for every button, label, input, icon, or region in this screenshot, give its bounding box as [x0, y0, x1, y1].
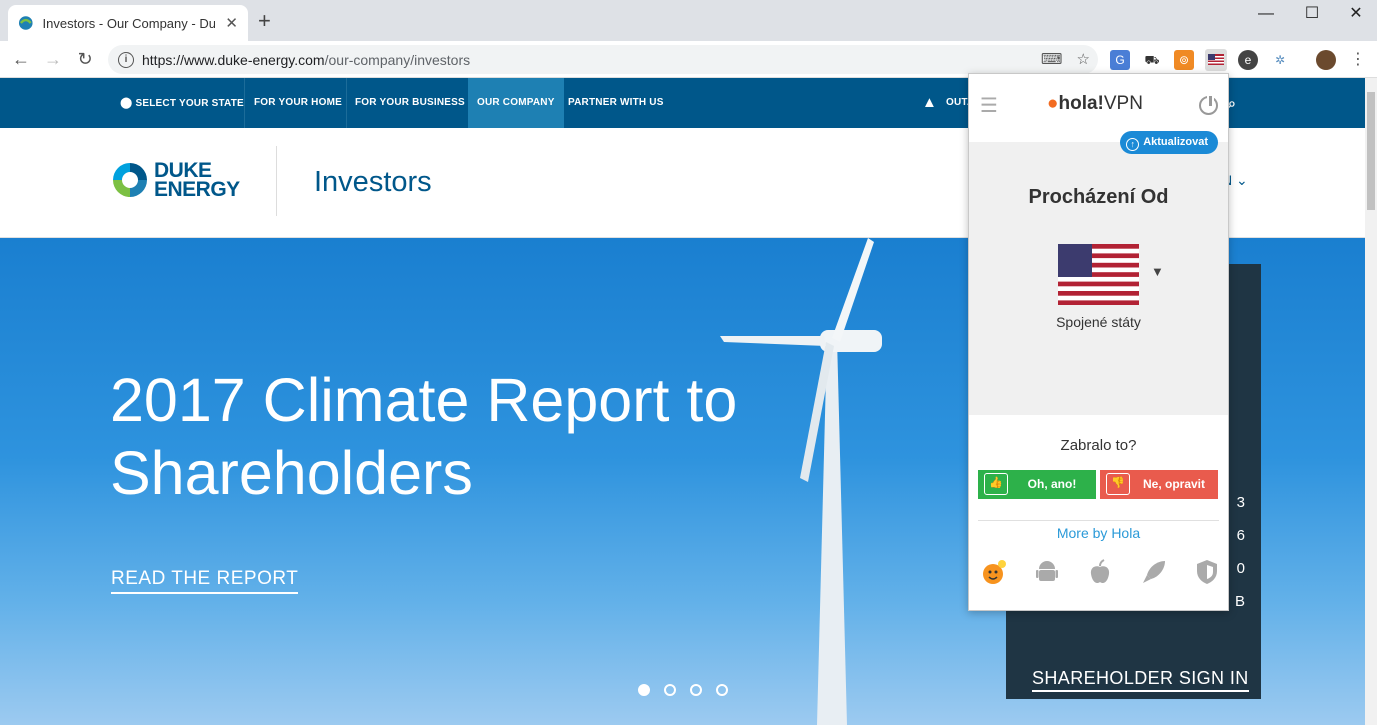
ufo-extension-icon[interactable]: ✲	[1270, 50, 1290, 70]
scrollbar-thumb[interactable]	[1367, 92, 1375, 210]
no-feedback-button[interactable]: 👎 Ne, opravit	[1100, 470, 1218, 499]
apple-icon[interactable]	[1087, 557, 1113, 587]
maximize-button[interactable]: ☐	[1289, 2, 1335, 28]
stock-value-fragment: 6	[1236, 527, 1245, 544]
translate-icon[interactable]: ⌨	[1041, 50, 1063, 68]
menu-kebab-icon[interactable]: ⋮	[1348, 50, 1368, 70]
hola-brand-text: hola!	[1058, 93, 1104, 114]
back-icon[interactable]: ←	[8, 47, 34, 73]
nav-our-company[interactable]: OUR COMPANY	[468, 78, 564, 128]
stock-value-fragment: B	[1234, 593, 1245, 610]
duke-logo-mark-icon	[113, 163, 147, 197]
carousel-dots	[638, 684, 728, 696]
page-scrollbar[interactable]	[1365, 78, 1377, 725]
duke-energy-logo[interactable]: DUKE ENERGY	[110, 160, 240, 200]
header-divider	[276, 146, 277, 216]
nav-for-your-home[interactable]: FOR YOUR HOME	[254, 78, 342, 128]
yes-feedback-button[interactable]: 👍 Oh, ano!	[978, 470, 1096, 499]
location-pin-icon: ⬤	[120, 97, 133, 109]
page-title: Investors	[314, 166, 432, 198]
bookmark-star-icon[interactable]: ☆	[1077, 50, 1090, 68]
nav-label: SELECT YOUR STATE	[135, 98, 244, 109]
power-icon[interactable]	[1199, 94, 1218, 115]
stock-value-fragment: 0	[1236, 560, 1245, 577]
update-button[interactable]: ↑ Aktualizovat	[1120, 131, 1218, 154]
update-arrow-icon: ↑	[1126, 138, 1140, 151]
info-icon[interactable]: i	[118, 51, 134, 68]
close-window-button[interactable]: ✕	[1333, 2, 1377, 28]
url-path: /our-company/investors	[324, 51, 471, 68]
vpn-brand-text: VPN	[1103, 93, 1143, 114]
carousel-dot[interactable]	[690, 684, 702, 696]
reload-icon[interactable]: ↻	[72, 47, 98, 73]
new-tab-button[interactable]: +	[258, 10, 271, 32]
no-label: Ne, opravit	[1142, 477, 1205, 491]
stock-value-fragment: 3	[1236, 494, 1245, 511]
car-extension-icon[interactable]: ⛟	[1142, 50, 1162, 70]
nav-partner-with-us[interactable]: PARTNER WITH US	[568, 78, 664, 128]
feedback-question: Zabralo to?	[1060, 437, 1137, 454]
tab-strip: Investors - Our Company - Duke ✕ + — ☐ ✕	[0, 0, 1377, 41]
chevron-down-icon: ⌄	[1236, 172, 1248, 188]
url-host: https://www.duke-energy.com	[142, 51, 325, 68]
logo-line-energy: ENERGY	[154, 178, 240, 201]
hamburger-menu-icon[interactable]: ☰	[980, 96, 998, 116]
read-report-link[interactable]: READ THE REPORT	[111, 568, 299, 594]
android-icon[interactable]	[1034, 557, 1060, 587]
hola-flame-icon: ●	[1047, 93, 1059, 114]
address-bar[interactable]: i https://www.duke-energy.com/our-compan…	[108, 45, 1098, 74]
rocket-icon[interactable]	[1141, 557, 1167, 587]
thumbs-down-icon: 👎	[1106, 473, 1130, 495]
duke-favicon-icon	[18, 16, 33, 30]
hola-logo: ●hola!VPN	[1047, 93, 1143, 115]
hola-flag-extension-icon[interactable]	[1205, 49, 1227, 71]
shareholder-sign-in-link[interactable]: SHAREHOLDER SIGN IN	[1032, 668, 1249, 692]
hola-apps-row	[980, 557, 1220, 587]
carousel-dot[interactable]	[664, 684, 676, 696]
hola-main-area: Procházení Od ▼ Spojené státy	[969, 142, 1228, 415]
nav-divider	[346, 78, 347, 128]
hola-icon[interactable]	[980, 557, 1006, 587]
country-dropdown-caret-icon[interactable]: ▼	[1151, 264, 1164, 279]
tab-title: Investors - Our Company - Duke	[42, 15, 216, 31]
update-label: Aktualizovat	[1143, 136, 1208, 148]
carousel-dot[interactable]	[638, 684, 650, 696]
browser-tab[interactable]: Investors - Our Company - Duke ✕	[8, 5, 248, 41]
country-label: Spojené státy	[1056, 314, 1141, 330]
yes-label: Oh, ano!	[1027, 477, 1077, 491]
profile-avatar[interactable]	[1316, 50, 1336, 70]
shield-icon[interactable]	[1194, 557, 1220, 587]
nav-divider	[244, 78, 245, 128]
extension-circle-icon[interactable]: e	[1238, 50, 1258, 70]
browsing-from-heading: Procházení Od	[1028, 186, 1169, 208]
search-icon[interactable]: ⌕	[1228, 78, 1236, 128]
tab-close-icon[interactable]: ✕	[225, 14, 238, 32]
warning-icon: ▲	[922, 94, 938, 111]
minimize-button[interactable]: —	[1243, 2, 1289, 28]
logo-text: DUKE ENERGY	[154, 160, 240, 201]
thumbs-up-icon: 👍	[984, 473, 1008, 495]
hero-headline: 2017 Climate Report to Shareholders	[110, 366, 738, 507]
url-text: https://www.duke-energy.com/our-company/…	[142, 52, 470, 68]
google-translate-extension-icon[interactable]: G	[1110, 50, 1130, 70]
divider	[978, 520, 1219, 521]
hola-vpn-popup: ☰ ●hola!VPN Procházení Od ▼ Spojené stát…	[968, 73, 1229, 611]
carousel-dot[interactable]	[716, 684, 728, 696]
nav-select-state[interactable]: ⬤ SELECT YOUR STATE	[120, 78, 244, 128]
rss-extension-icon[interactable]: ⊚	[1174, 50, 1194, 70]
us-flag-icon[interactable]	[1058, 244, 1139, 305]
more-by-hola-link[interactable]: More by Hola	[969, 525, 1228, 541]
nav-for-your-business[interactable]: FOR YOUR BUSINESS	[355, 78, 465, 128]
forward-icon[interactable]: →	[40, 47, 66, 73]
